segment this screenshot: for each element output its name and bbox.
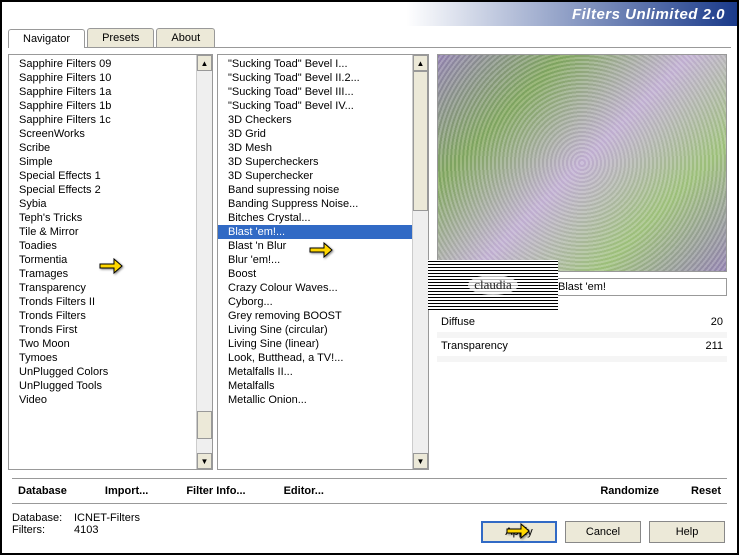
help-button[interactable]: Help — [649, 521, 725, 543]
list-item[interactable]: 3D Mesh — [218, 141, 412, 155]
list-item[interactable]: Tymoes — [9, 351, 196, 365]
list-item[interactable]: Living Sine (linear) — [218, 337, 412, 351]
list-item[interactable]: Sapphire Filters 1a — [9, 85, 196, 99]
list-item[interactable]: 3D Grid — [218, 127, 412, 141]
list-item[interactable]: Sapphire Filters 1c — [9, 113, 196, 127]
list-item[interactable]: Tronds First — [9, 323, 196, 337]
cancel-button[interactable]: Cancel — [565, 521, 641, 543]
db-value: ICNET-Filters — [74, 512, 140, 524]
list-item[interactable]: UnPlugged Tools — [9, 379, 196, 393]
list-item[interactable]: Banding Suppress Noise... — [218, 197, 412, 211]
param-name: Diffuse — [441, 316, 475, 328]
list-item[interactable]: 3D Supercheckers — [218, 155, 412, 169]
divider — [12, 478, 727, 479]
filter-info-button[interactable]: Filter Info... — [186, 485, 245, 497]
list-item[interactable]: Toadies — [9, 239, 196, 253]
scroll-track[interactable] — [197, 71, 212, 453]
scroll-down-icon[interactable]: ▼ — [197, 453, 212, 469]
scroll-track[interactable] — [413, 71, 428, 453]
app-title: Filters Unlimited 2.0 — [572, 6, 725, 23]
db-label: Database: — [12, 512, 74, 524]
category-list: Sapphire Filters 09Sapphire Filters 10Sa… — [8, 54, 213, 470]
list-item[interactable]: Metallic Onion... — [218, 393, 412, 407]
list-item[interactable]: "Sucking Toad" Bevel I... — [218, 57, 412, 71]
list-item[interactable]: Sapphire Filters 09 — [9, 57, 196, 71]
param-row[interactable]: Transparency 211 — [437, 338, 727, 354]
list-item[interactable]: Crazy Colour Waves... — [218, 281, 412, 295]
list-item[interactable]: Grey removing BOOST — [218, 309, 412, 323]
list-item[interactable]: Metalfalls II... — [218, 365, 412, 379]
list-item[interactable]: Blast 'n Blur — [218, 239, 412, 253]
list-item[interactable]: Teph's Tricks — [9, 211, 196, 225]
import-button[interactable]: Import... — [105, 485, 148, 497]
main-content: Sapphire Filters 09Sapphire Filters 10Sa… — [2, 48, 737, 476]
category-list-body[interactable]: Sapphire Filters 09Sapphire Filters 10Sa… — [9, 55, 196, 469]
list-item[interactable]: Tronds Filters — [9, 309, 196, 323]
list-item[interactable]: Tramages — [9, 267, 196, 281]
param-value: 211 — [705, 340, 723, 352]
tab-bar: Navigator Presets About — [8, 28, 731, 48]
list-item[interactable]: Boost — [218, 267, 412, 281]
list-item[interactable]: Transparency — [9, 281, 196, 295]
title-bar: Filters Unlimited 2.0 — [2, 2, 737, 26]
scroll-up-icon[interactable]: ▲ — [413, 55, 428, 71]
preview-image — [437, 54, 727, 272]
filter-list: "Sucking Toad" Bevel I..."Sucking Toad" … — [217, 54, 429, 470]
param-value: 20 — [711, 316, 723, 328]
list-item[interactable]: "Sucking Toad" Bevel II.2... — [218, 71, 412, 85]
parameters: Diffuse 20 Transparency 211 — [437, 314, 727, 362]
list-item[interactable]: Sapphire Filters 10 — [9, 71, 196, 85]
scroll-up-icon[interactable]: ▲ — [197, 55, 212, 71]
filter-scrollbar[interactable]: ▲ ▼ — [412, 55, 428, 469]
randomize-button[interactable]: Randomize — [600, 485, 659, 497]
param-slider[interactable] — [437, 356, 727, 362]
list-item[interactable]: Special Effects 1 — [9, 169, 196, 183]
list-item[interactable]: Tile & Mirror — [9, 225, 196, 239]
apply-button[interactable]: Apply — [481, 521, 557, 543]
reset-button[interactable]: Reset — [691, 485, 721, 497]
list-item[interactable]: Metalfalls — [218, 379, 412, 393]
list-item[interactable]: Living Sine (circular) — [218, 323, 412, 337]
list-item[interactable]: Special Effects 2 — [9, 183, 196, 197]
scroll-thumb[interactable] — [413, 71, 428, 211]
dialog-buttons: Apply Cancel Help — [481, 521, 725, 543]
tab-presets[interactable]: Presets — [87, 28, 154, 47]
editor-button[interactable]: Editor... — [284, 485, 324, 497]
list-item[interactable]: Cyborg... — [218, 295, 412, 309]
tab-about[interactable]: About — [156, 28, 215, 47]
filter-list-body[interactable]: "Sucking Toad" Bevel I..."Sucking Toad" … — [218, 55, 412, 469]
list-item[interactable]: "Sucking Toad" Bevel III... — [218, 85, 412, 99]
list-item[interactable]: Tronds Filters II — [9, 295, 196, 309]
tab-navigator[interactable]: Navigator — [8, 29, 85, 48]
list-item[interactable]: Two Moon — [9, 337, 196, 351]
filters-value: 4103 — [74, 524, 98, 536]
list-item[interactable]: Sapphire Filters 1b — [9, 99, 196, 113]
category-scrollbar[interactable]: ▲ ▼ — [196, 55, 212, 469]
watermark-logo: claudia — [428, 260, 558, 310]
list-item[interactable]: Simple — [9, 155, 196, 169]
database-button[interactable]: Database — [18, 485, 67, 497]
list-item[interactable]: "Sucking Toad" Bevel IV... — [218, 99, 412, 113]
scroll-thumb[interactable] — [197, 411, 212, 439]
list-item[interactable]: UnPlugged Colors — [9, 365, 196, 379]
list-item[interactable]: ScreenWorks — [9, 127, 196, 141]
list-item[interactable]: Blast 'em!... — [218, 225, 412, 239]
list-item[interactable]: Blur 'em!... — [218, 253, 412, 267]
list-item[interactable]: 3D Checkers — [218, 113, 412, 127]
list-item[interactable]: 3D Superchecker — [218, 169, 412, 183]
filters-label: Filters: — [12, 524, 74, 536]
list-item[interactable]: Tormentia — [9, 253, 196, 267]
list-item[interactable]: Video — [9, 393, 196, 407]
param-row[interactable]: Diffuse 20 — [437, 314, 727, 330]
scroll-down-icon[interactable]: ▼ — [413, 453, 428, 469]
list-item[interactable]: Scribe — [9, 141, 196, 155]
bottom-toolbar: Database Import... Filter Info... Editor… — [2, 481, 737, 501]
param-name: Transparency — [441, 340, 508, 352]
list-item[interactable]: Look, Butthead, a TV!... — [218, 351, 412, 365]
list-item[interactable]: Band supressing noise — [218, 183, 412, 197]
divider — [12, 503, 727, 504]
list-item[interactable]: Sybia — [9, 197, 196, 211]
watermark-text: claudia — [468, 275, 518, 295]
list-item[interactable]: Bitches Crystal... — [218, 211, 412, 225]
